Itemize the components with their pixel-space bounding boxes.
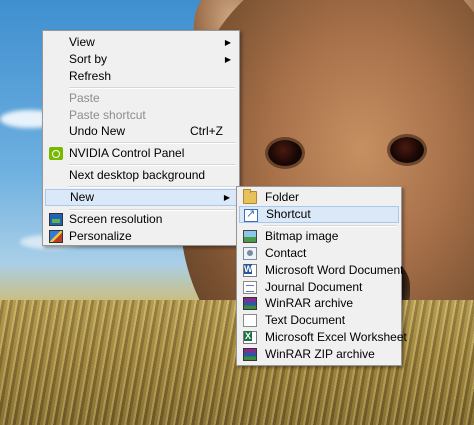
- excel-worksheet-icon: [243, 331, 257, 344]
- menu-item-personalize[interactable]: Personalize: [45, 228, 237, 245]
- desktop-context-menu: View ▶ Sort by ▶ Refresh Paste Paste sho…: [42, 30, 240, 246]
- menu-item-label: Personalize: [69, 229, 132, 243]
- personalize-icon: [49, 230, 63, 243]
- menu-item-paste[interactable]: Paste: [45, 90, 237, 107]
- menu-item-label: Undo New: [69, 124, 126, 138]
- submenu-item-winrar-archive[interactable]: WinRAR archive: [239, 295, 399, 312]
- menu-item-label: WinRAR ZIP archive: [265, 347, 375, 361]
- menu-item-label: New: [70, 190, 95, 204]
- submenu-item-shortcut[interactable]: Shortcut: [239, 206, 399, 223]
- menu-item-label: Text Document: [265, 313, 346, 327]
- submenu-arrow-icon: ▶: [223, 193, 230, 202]
- submenu-item-contact[interactable]: Contact: [239, 245, 399, 262]
- menu-item-view[interactable]: View ▶: [45, 34, 237, 51]
- winrar-archive-icon: [243, 297, 257, 310]
- menu-item-label: Shortcut: [266, 207, 311, 221]
- bitmap-image-icon: [243, 230, 257, 243]
- menu-item-refresh[interactable]: Refresh: [45, 68, 237, 85]
- shortcut-icon: [244, 207, 258, 222]
- menu-item-label: Folder: [265, 190, 300, 204]
- menu-item-label: Sort by: [69, 52, 108, 66]
- submenu-item-word-document[interactable]: Microsoft Word Document: [239, 262, 404, 279]
- menu-item-label: NVIDIA Control Panel: [69, 146, 185, 160]
- menu-item-label: Paste shortcut: [69, 108, 146, 122]
- submenu-item-winrar-zip-archive[interactable]: WinRAR ZIP archive: [239, 346, 399, 363]
- text-document-icon: [243, 314, 257, 327]
- folder-icon: [243, 189, 257, 204]
- wallpaper-hyena-eye: [268, 140, 302, 166]
- menu-item-label: Paste: [69, 91, 100, 105]
- menu-separator: [69, 186, 235, 188]
- menu-item-label: WinRAR archive: [265, 296, 354, 310]
- winrar-zip-icon: [243, 348, 257, 361]
- menu-separator: [69, 164, 235, 166]
- submenu-arrow-icon: ▶: [224, 55, 231, 64]
- wallpaper-hyena-eye: [390, 137, 424, 163]
- menu-item-label: Next desktop background: [69, 168, 206, 182]
- submenu-item-text-document[interactable]: Text Document: [239, 312, 399, 329]
- menu-separator: [69, 87, 235, 89]
- menu-separator: [69, 142, 235, 144]
- menu-item-shortcut: Ctrl+Z: [190, 124, 223, 138]
- menu-item-nvidia-control-panel[interactable]: NVIDIA Control Panel: [45, 145, 237, 162]
- menu-item-next-desktop-background[interactable]: Next desktop background: [45, 167, 237, 184]
- menu-item-label: Microsoft Excel Worksheet: [265, 330, 407, 344]
- screen-resolution-icon: [49, 213, 63, 226]
- menu-item-label: View: [69, 35, 95, 49]
- nvidia-icon: [49, 147, 63, 160]
- menu-item-label: Screen resolution: [69, 212, 163, 226]
- journal-document-icon: [243, 281, 257, 294]
- menu-item-label: Journal Document: [265, 280, 363, 294]
- word-document-icon: [243, 264, 257, 277]
- menu-item-label: Refresh: [69, 69, 112, 83]
- submenu-arrow-icon: ▶: [224, 38, 231, 47]
- submenu-item-journal-document[interactable]: Journal Document: [239, 279, 399, 296]
- submenu-item-bitmap-image[interactable]: Bitmap image: [239, 228, 399, 245]
- submenu-item-excel-worksheet[interactable]: Microsoft Excel Worksheet: [239, 329, 407, 346]
- submenu-item-folder[interactable]: Folder: [239, 189, 399, 206]
- menu-item-screen-resolution[interactable]: Screen resolution: [45, 211, 237, 228]
- menu-item-new[interactable]: New ▶: [45, 189, 237, 206]
- menu-item-label: Contact: [265, 246, 307, 260]
- new-submenu: Folder Shortcut Bitmap image Contact Mic…: [236, 186, 407, 366]
- menu-item-sort-by[interactable]: Sort by ▶: [45, 51, 237, 68]
- menu-separator: [263, 225, 397, 227]
- menu-item-label: Microsoft Word Document: [265, 263, 404, 277]
- menu-item-paste-shortcut[interactable]: Paste shortcut: [45, 107, 237, 124]
- menu-item-undo-new[interactable]: Undo New Ctrl+Z: [45, 123, 237, 140]
- menu-item-label: Bitmap image: [265, 229, 339, 243]
- contact-icon: [243, 247, 257, 260]
